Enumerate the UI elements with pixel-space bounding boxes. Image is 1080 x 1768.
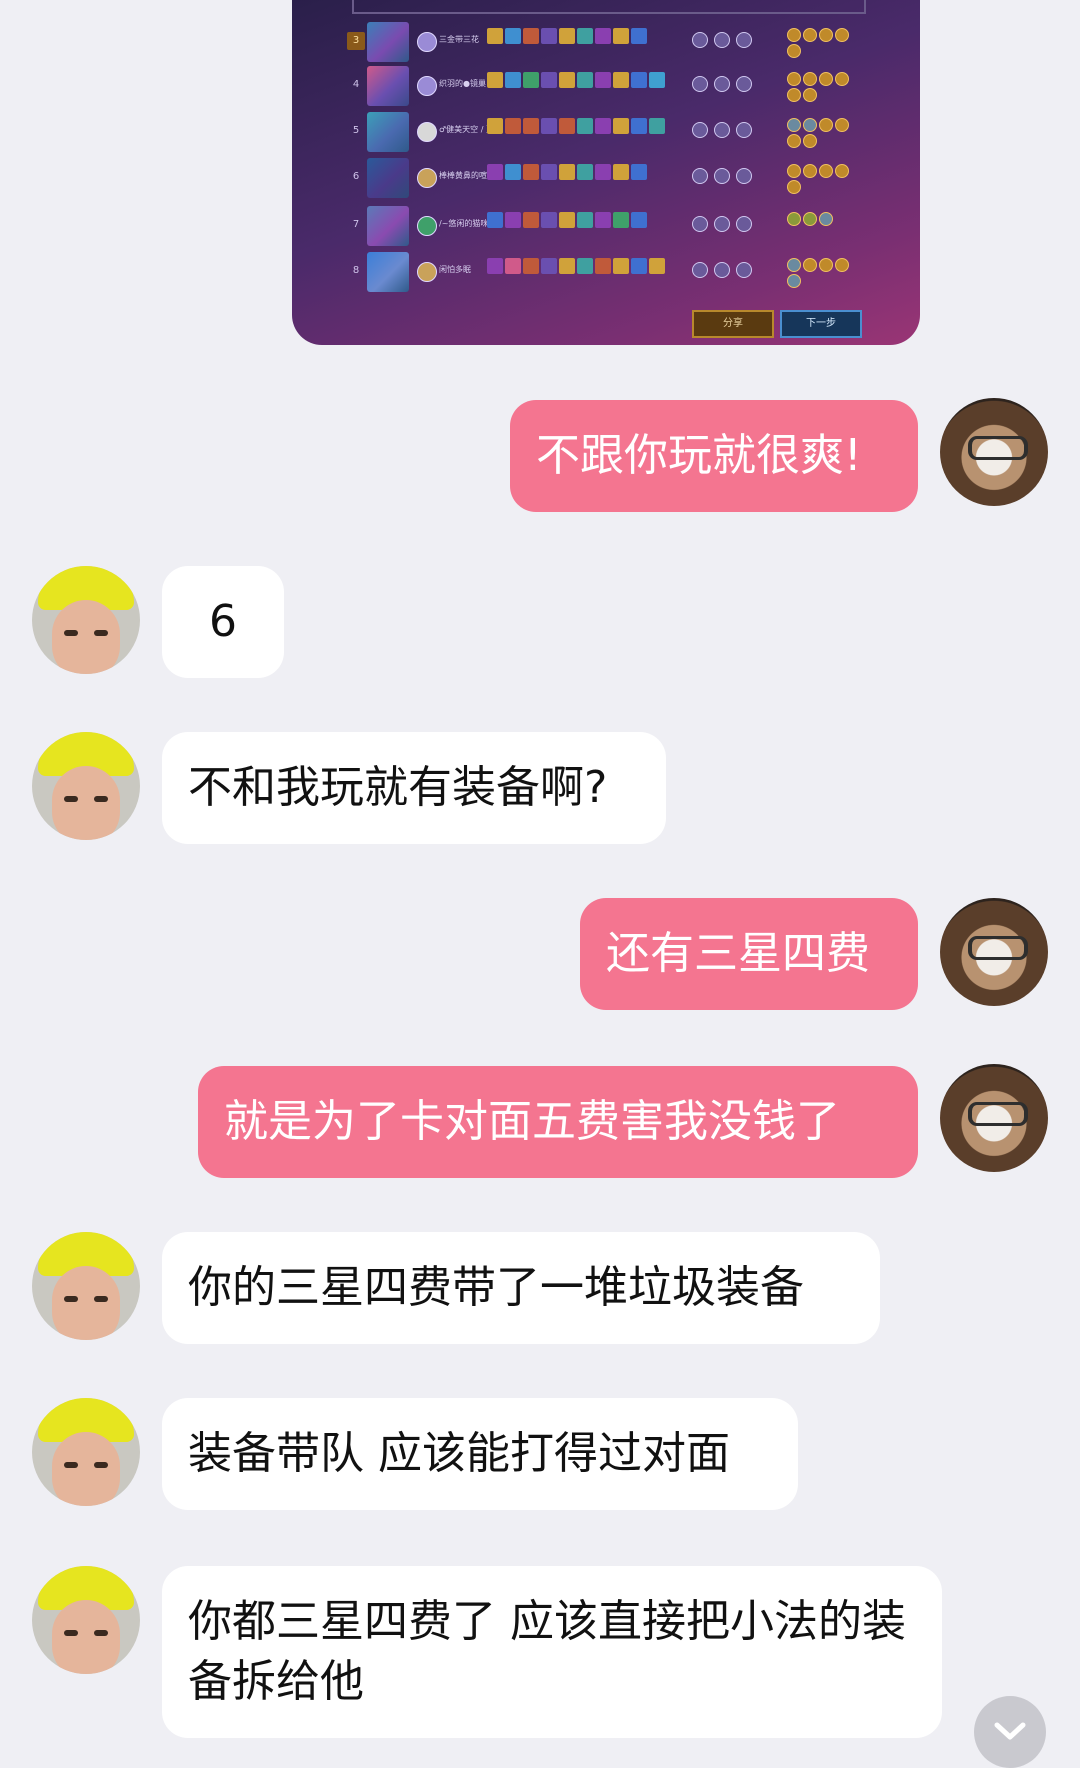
contact-avatar[interactable] (32, 732, 140, 840)
player-name: 三金带三花 (439, 35, 479, 44)
tactician-portrait (367, 22, 409, 62)
augment-icons (787, 258, 857, 288)
tactician-portrait (367, 66, 409, 106)
player-name: 闲怕多眠 (439, 265, 471, 274)
rank-number: 4 (352, 79, 360, 90)
rank-number: 8 (352, 265, 360, 276)
tactician-portrait (367, 158, 409, 198)
tactician-portrait (367, 112, 409, 152)
tactician-portrait (367, 206, 409, 246)
trait-icons (692, 32, 752, 48)
message-bubble[interactable]: 不跟你玩就很爽! (510, 400, 918, 512)
ranking-row: 6 棒棒黄鼻的喧嚣 (347, 158, 867, 198)
scroll-to-bottom-button[interactable] (974, 1696, 1046, 1768)
self-avatar[interactable] (940, 1064, 1048, 1172)
player-avatar-icon (417, 122, 437, 142)
contact-avatar[interactable] (32, 1232, 140, 1340)
player-name: /~悠闲的猫咪 (439, 219, 489, 228)
trait-icons (692, 168, 752, 184)
next-step-button: 下一步 (780, 310, 862, 338)
trait-icons (692, 262, 752, 278)
player-avatar-icon (417, 262, 437, 282)
message-bubble[interactable]: 装备带队 应该能打得过对面 (162, 1398, 798, 1510)
trait-icons (692, 122, 752, 138)
message-bubble[interactable]: 就是为了卡对面五费害我没钱了 (198, 1066, 918, 1178)
message-bubble[interactable]: 还有三星四费 (580, 898, 918, 1010)
rank-number: 6 (352, 171, 360, 182)
player-avatar-icon (417, 216, 437, 236)
trait-icons (692, 76, 752, 92)
rank-number: 7 (352, 219, 360, 230)
player-avatar-icon (417, 76, 437, 96)
unit-lineup (487, 72, 665, 88)
contact-avatar[interactable] (32, 1566, 140, 1674)
rank-number: 3 (347, 32, 365, 50)
rank-number: 5 (352, 125, 360, 136)
self-avatar[interactable] (940, 898, 1048, 1006)
ranking-row: 8 闲怕多眠 (347, 252, 867, 292)
chat-view: 3 三金带三花 4 织羽的●镜巢 5 ♂健美天空 / 豆浆 6 棒棒黄鼻的喧嚣 … (0, 0, 1080, 1768)
contact-avatar[interactable] (32, 1398, 140, 1506)
message-bubble[interactable]: 6 (162, 566, 284, 678)
trait-icons (692, 216, 752, 232)
contact-avatar[interactable] (32, 566, 140, 674)
unit-lineup (487, 164, 647, 180)
tactician-portrait (367, 252, 409, 292)
unit-lineup (487, 28, 647, 44)
unit-lineup (487, 212, 647, 228)
share-button: 分享 (692, 310, 774, 338)
message-bubble[interactable]: 不和我玩就有装备啊? (162, 732, 666, 844)
result-panel-frame (352, 0, 866, 14)
ranking-row: 5 ♂健美天空 / 豆浆 (347, 112, 867, 152)
shared-image-message[interactable]: 3 三金带三花 4 织羽的●镜巢 5 ♂健美天空 / 豆浆 6 棒棒黄鼻的喧嚣 … (292, 0, 920, 345)
ranking-row: 4 织羽的●镜巢 (347, 66, 867, 106)
self-avatar[interactable] (940, 398, 1048, 506)
augment-icons (787, 28, 857, 58)
augment-icons (787, 164, 857, 194)
player-avatar-icon (417, 168, 437, 188)
augment-icons (787, 212, 857, 226)
ranking-row: 7 /~悠闲的猫咪 (347, 206, 867, 246)
augment-icons (787, 72, 857, 102)
ranking-row: 3 三金带三花 (347, 22, 867, 62)
augment-icons (787, 118, 857, 148)
player-avatar-icon (417, 32, 437, 52)
chevron-down-icon (994, 1722, 1026, 1740)
message-bubble[interactable]: 你都三星四费了 应该直接把小法的装备拆给他 (162, 1566, 942, 1738)
unit-lineup (487, 118, 665, 134)
message-bubble[interactable]: 你的三星四费带了一堆垃圾装备 (162, 1232, 880, 1344)
unit-lineup (487, 258, 665, 274)
player-name: 织羽的●镜巢 (439, 79, 486, 88)
